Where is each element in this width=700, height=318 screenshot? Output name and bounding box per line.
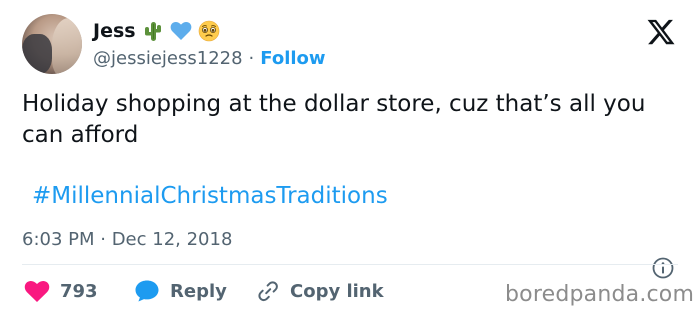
reply-button[interactable]: Reply <box>134 278 227 304</box>
info-icon[interactable] <box>651 256 675 280</box>
author-display-name[interactable]: Jess <box>93 20 136 42</box>
separator-dot: · <box>248 48 255 69</box>
author-handle[interactable]: @jessiejess1228 <box>93 48 243 69</box>
follow-button[interactable]: Follow <box>260 48 325 69</box>
author-handle-row: @jessiejess1228 · Follow <box>93 48 326 69</box>
avatar-hair <box>52 18 82 74</box>
tweet-timestamp[interactable]: 6:03 PM · Dec 12, 2018 <box>22 229 232 250</box>
author-name-row: Jess <box>93 17 220 45</box>
heart-icon <box>24 280 50 303</box>
link-icon <box>256 279 280 303</box>
hashtag-link[interactable]: #MillennialChristmasTraditions <box>32 183 388 209</box>
blue-heart-icon <box>170 20 192 42</box>
pleading-face-icon <box>198 20 220 42</box>
copy-link-label: Copy link <box>290 280 384 302</box>
copy-link-button[interactable]: Copy link <box>256 278 384 304</box>
x-logo-icon[interactable] <box>646 17 676 47</box>
like-button[interactable]: 793 <box>24 278 98 304</box>
avatar[interactable] <box>22 14 82 74</box>
tweet-card: Jess @jessiejess1228 · Follow Holiday sh… <box>0 0 700 318</box>
reply-label: Reply <box>170 280 227 302</box>
like-count: 793 <box>60 280 98 302</box>
cactus-icon <box>142 20 164 42</box>
divider <box>22 264 678 265</box>
avatar-shade <box>22 34 52 74</box>
watermark: boredpanda.com <box>505 282 695 307</box>
reply-bubble-icon <box>134 279 160 303</box>
tweet-text: Holiday shopping at the dollar store, cu… <box>22 91 646 148</box>
